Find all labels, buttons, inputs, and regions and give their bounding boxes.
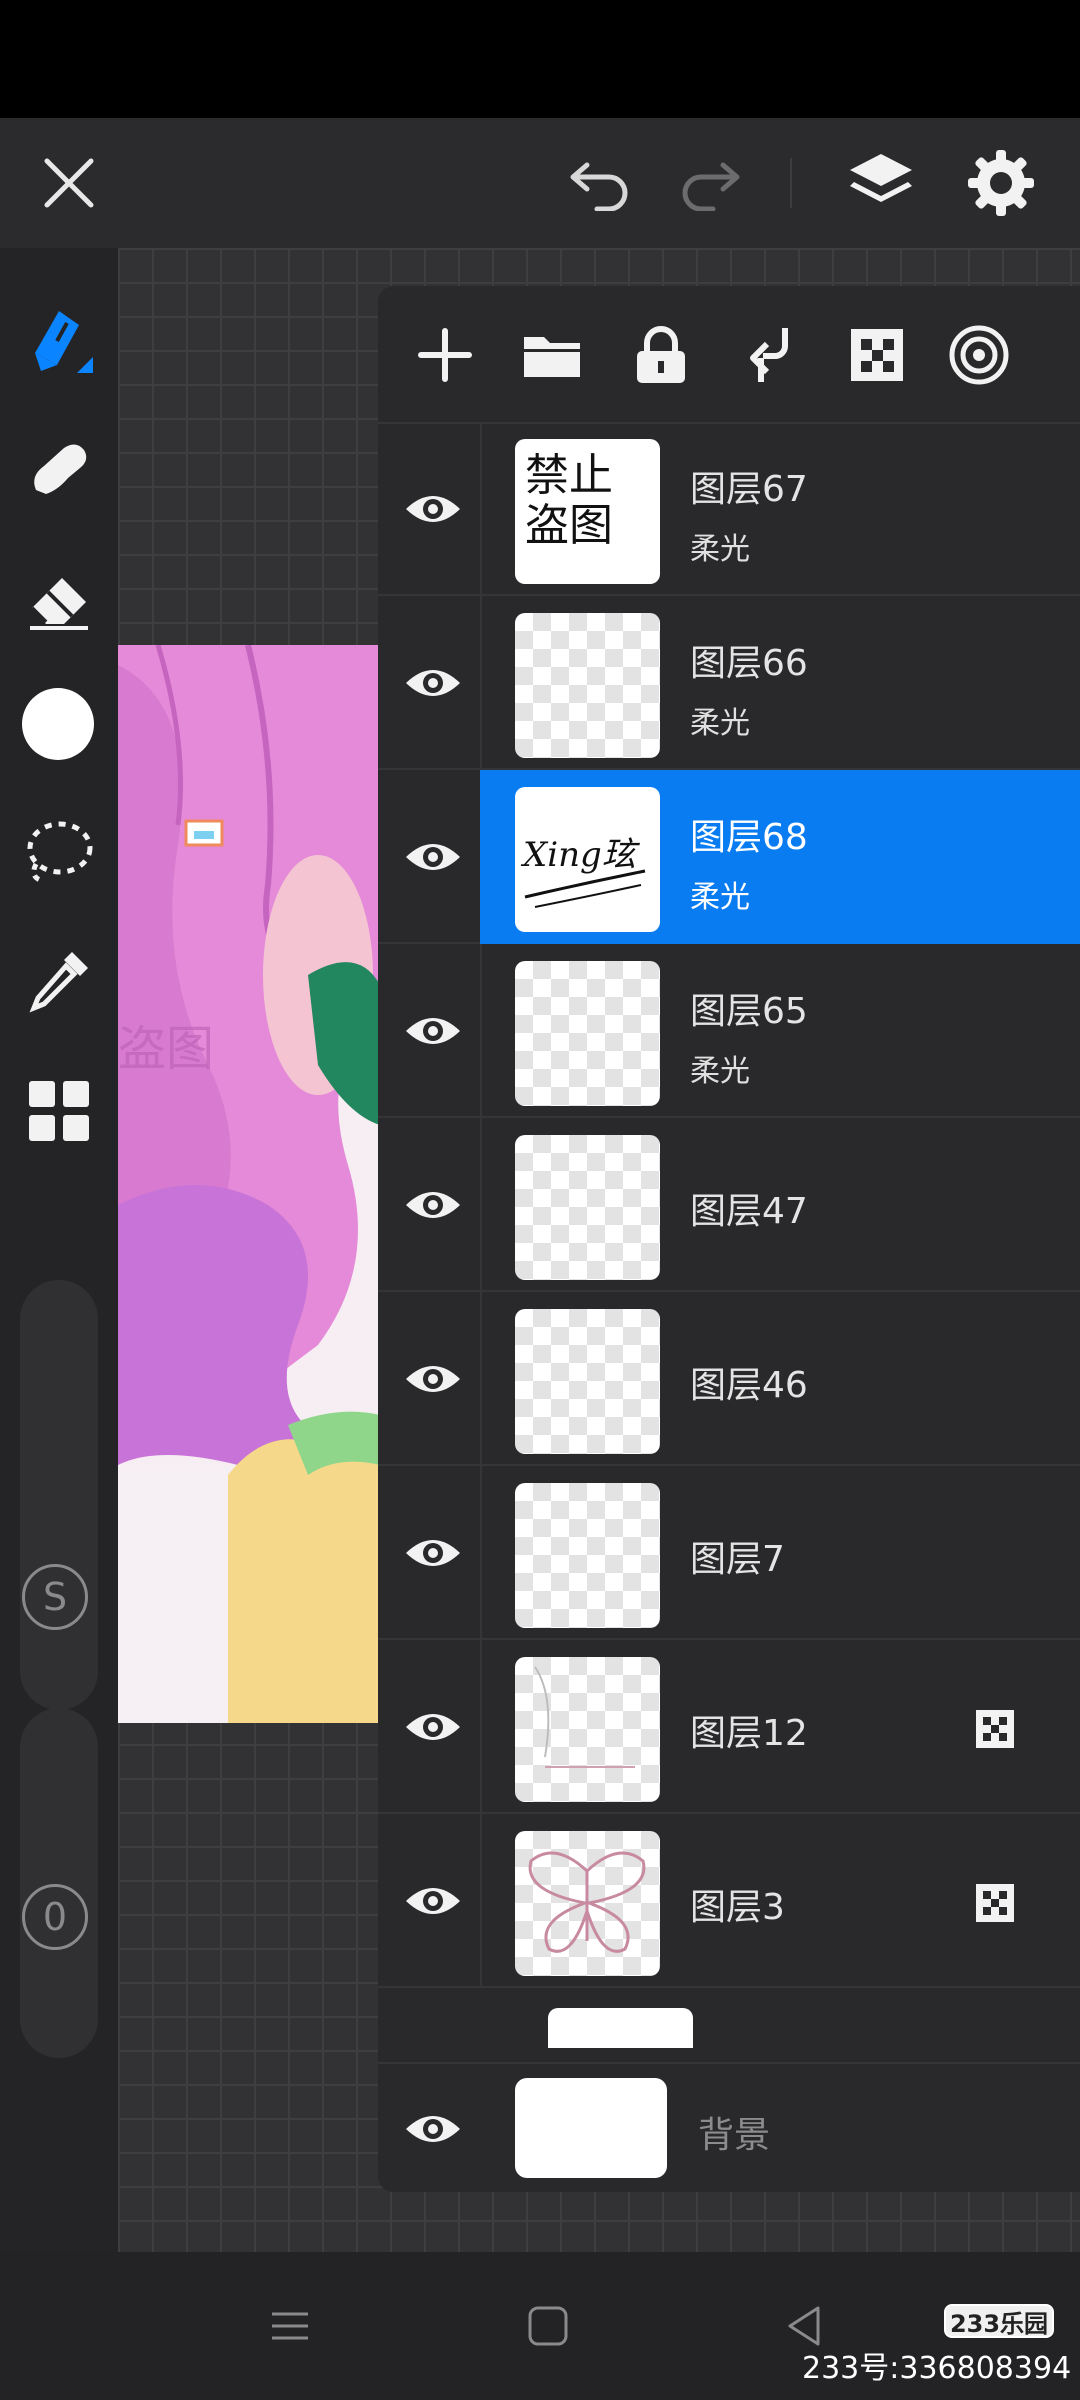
undo-icon[interactable] xyxy=(562,148,638,218)
layers-icon[interactable] xyxy=(842,144,920,222)
row-divider xyxy=(480,1118,482,1292)
layer-thumbnail xyxy=(515,1657,660,1802)
layer-row-selected[interactable]: Xing玹 图层68 柔光 xyxy=(378,770,1080,944)
layer-thumbnail: Xing玹 xyxy=(515,787,660,932)
lasso-icon[interactable] xyxy=(18,810,100,892)
layer-row-partial[interactable] xyxy=(378,1988,1080,2048)
layer-row[interactable]: 图层3 xyxy=(378,1814,1080,1988)
layer-thumbnail xyxy=(515,1831,660,1976)
eraser-icon[interactable] xyxy=(18,558,100,640)
eyedropper-icon[interactable] xyxy=(18,940,100,1022)
watermark-logo: 233乐园 xyxy=(944,2304,1054,2338)
tool-sidebar: S 0 xyxy=(0,248,118,2252)
size-slider[interactable] xyxy=(20,1280,98,1710)
alpha-lock-icon[interactable] xyxy=(844,322,910,388)
layer-name: 图层7 xyxy=(690,1539,785,1580)
eye-icon[interactable] xyxy=(400,2096,466,2162)
opacity-label: 0 xyxy=(22,1884,88,1950)
layer-thumbnail xyxy=(548,2008,693,2048)
row-divider xyxy=(480,1640,482,1814)
layer-blend-mode: 柔光 xyxy=(690,532,750,567)
opacity-slider[interactable] xyxy=(20,1708,98,2058)
brush-icon[interactable] xyxy=(18,298,100,380)
layer-row[interactable]: 图层12 xyxy=(378,1640,1080,1814)
size-label: S xyxy=(22,1564,88,1630)
layer-name: 图层3 xyxy=(690,1887,785,1928)
home-nav-icon[interactable] xyxy=(514,2292,582,2360)
layers-toolbar xyxy=(378,286,1080,424)
blend-icon[interactable] xyxy=(946,322,1012,388)
row-divider xyxy=(480,422,482,596)
layer-thumbnail xyxy=(515,961,660,1106)
layer-name: 图层46 xyxy=(690,1365,808,1406)
background-layer-name: 背景 xyxy=(698,2115,771,2156)
add-layer-icon[interactable] xyxy=(412,322,478,388)
watermark-text: 233号:336808394 xyxy=(802,2351,1072,2386)
eye-icon[interactable] xyxy=(400,998,466,1064)
layer-name: 图层68 xyxy=(690,817,808,858)
layer-row[interactable]: 图层66 柔光 xyxy=(378,596,1080,770)
layer-row[interactable]: 禁止盗图 图层67 柔光 xyxy=(378,422,1080,596)
smudge-icon[interactable] xyxy=(18,428,100,510)
close-icon[interactable] xyxy=(34,148,104,218)
lock-icon[interactable] xyxy=(628,322,694,388)
row-divider xyxy=(480,596,482,770)
grid-icon[interactable] xyxy=(18,1070,100,1152)
row-divider xyxy=(480,1466,482,1640)
layer-blend-mode: 柔光 xyxy=(690,1054,750,1089)
eye-icon[interactable] xyxy=(400,1694,466,1760)
layer-row[interactable]: 图层7 xyxy=(378,1466,1080,1640)
status-bar xyxy=(0,0,1080,118)
background-layer-row[interactable]: 背景 xyxy=(378,2062,1080,2192)
layer-thumbnail xyxy=(515,1135,660,1280)
eye-icon[interactable] xyxy=(400,824,466,890)
layer-name: 图层12 xyxy=(690,1713,808,1754)
redo-icon[interactable] xyxy=(672,148,748,218)
eye-icon[interactable] xyxy=(400,1868,466,1934)
layer-thumbnail: 禁止盗图 xyxy=(515,439,660,584)
eye-icon[interactable] xyxy=(400,1346,466,1412)
layer-name: 图层47 xyxy=(690,1191,808,1232)
layer-thumbnail xyxy=(515,1483,660,1628)
clip-icon[interactable] xyxy=(736,322,802,388)
svg-text:盗图: 盗图 xyxy=(118,1021,214,1077)
layer-row[interactable]: 图层65 柔光 xyxy=(378,944,1080,1118)
alpha-lock-indicator-icon xyxy=(975,1709,1015,1749)
layer-thumbnail xyxy=(515,613,660,758)
alpha-lock-indicator-icon xyxy=(975,1883,1015,1923)
layer-name: 图层66 xyxy=(690,643,808,684)
eye-icon[interactable] xyxy=(400,650,466,716)
row-divider xyxy=(480,944,482,1118)
thumb-watermark-text: 禁止盗图 xyxy=(525,450,613,551)
eye-icon[interactable] xyxy=(400,1172,466,1238)
layer-blend-mode: 柔光 xyxy=(690,706,750,741)
topbar-divider xyxy=(790,158,792,208)
layer-thumbnail xyxy=(515,1309,660,1454)
background-thumbnail xyxy=(515,2078,667,2178)
menu-nav-icon[interactable] xyxy=(256,2292,324,2360)
settings-icon[interactable] xyxy=(962,144,1040,222)
layer-row[interactable]: 图层46 xyxy=(378,1292,1080,1466)
layer-name: 图层65 xyxy=(690,991,808,1032)
artwork-canvas[interactable]: 盗图 xyxy=(118,645,380,1723)
top-bar xyxy=(0,118,1080,248)
folder-icon[interactable] xyxy=(520,322,586,388)
layers-panel: 禁止盗图 图层67 柔光 图层66 柔光 Xing玹 图层68 柔光 图层65 … xyxy=(378,286,1080,2192)
layer-name: 图层67 xyxy=(690,469,808,510)
eye-icon[interactable] xyxy=(400,1520,466,1586)
row-divider xyxy=(480,1814,482,1988)
layer-row[interactable]: 图层47 xyxy=(378,1118,1080,1292)
eye-icon[interactable] xyxy=(400,476,466,542)
row-divider xyxy=(480,1292,482,1466)
layer-blend-mode: 柔光 xyxy=(690,880,750,915)
color-swatch[interactable] xyxy=(22,688,94,760)
